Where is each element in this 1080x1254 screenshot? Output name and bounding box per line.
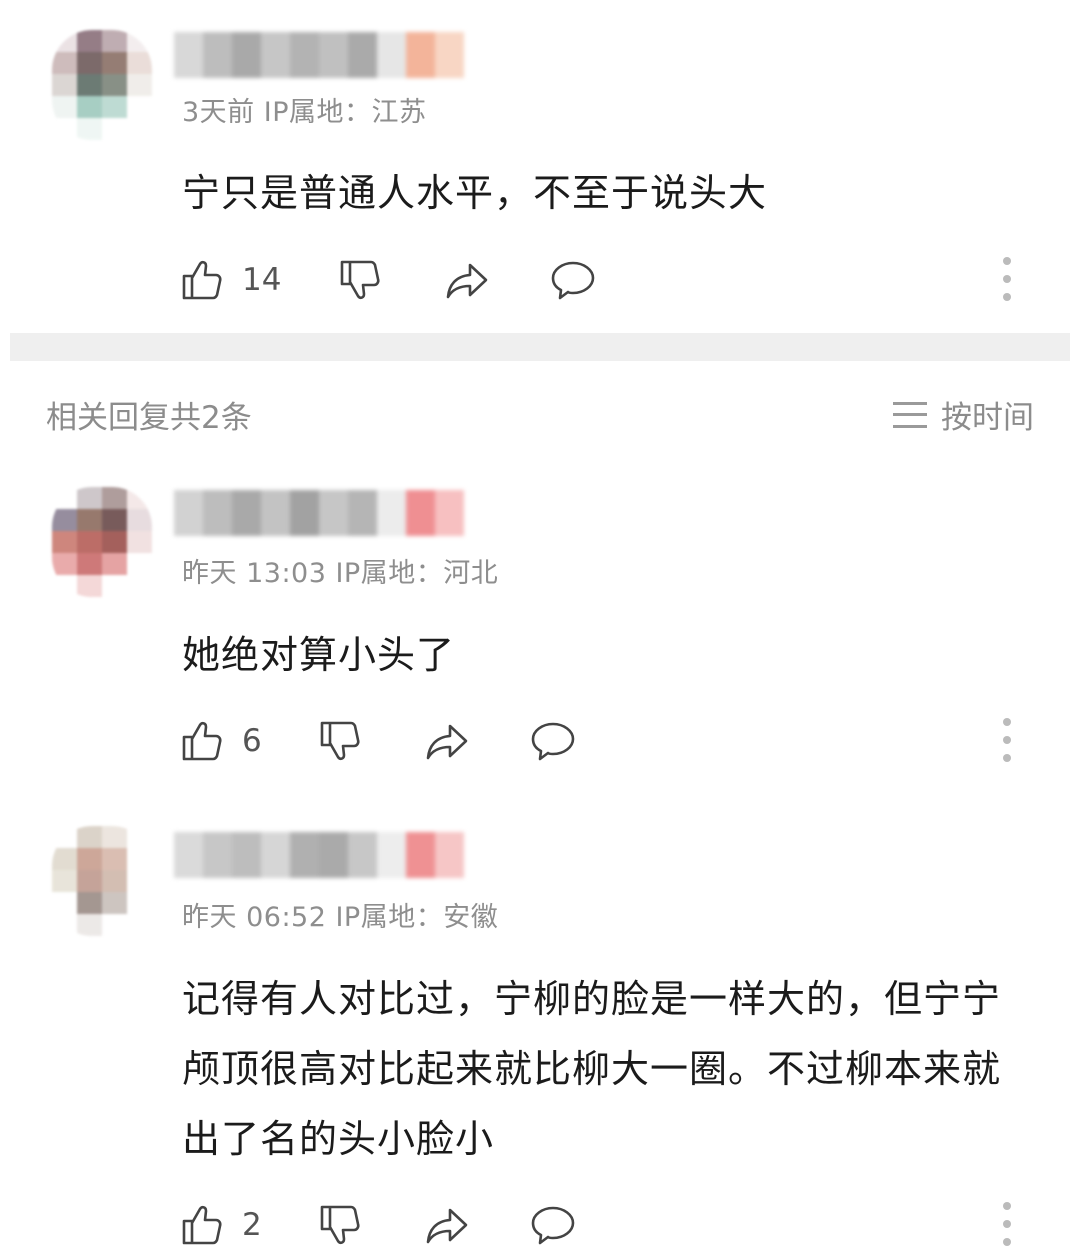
like-button[interactable]: 6	[180, 716, 262, 766]
comment-text: 记得有人对比过，宁柳的脸是一样大的，但宁宁颅顶很高对比起来就比柳大一圈。不过柳本…	[182, 977, 1002, 1161]
like-count: 6	[242, 723, 262, 759]
sort-button[interactable]: 按时间	[893, 392, 1034, 437]
reply-icon	[531, 722, 575, 761]
more-icon[interactable]	[1002, 718, 1012, 762]
comment-meta: 3天前 IP属地：江苏	[182, 97, 427, 128]
reply-button[interactable]	[530, 1200, 576, 1250]
like-count: 2	[242, 1207, 262, 1243]
comment-text: 她绝对算小头了	[182, 633, 456, 677]
comment-meta: 昨天 06:52 IP属地：安徽	[182, 902, 499, 933]
dislike-icon	[320, 721, 360, 761]
share-icon	[426, 724, 468, 760]
like-button[interactable]: 2	[180, 1200, 262, 1250]
username-blurred[interactable]	[174, 32, 464, 78]
reply-button[interactable]	[550, 255, 596, 305]
dislike-icon	[340, 260, 380, 300]
share-button[interactable]	[424, 1200, 470, 1250]
avatar[interactable]	[52, 487, 152, 597]
username-blurred[interactable]	[174, 832, 464, 878]
comment-meta: 昨天 13:03 IP属地：河北	[182, 558, 499, 589]
dislike-icon	[320, 1205, 360, 1245]
dislike-button[interactable]	[338, 255, 384, 305]
like-button[interactable]: 14	[180, 255, 281, 305]
dislike-button[interactable]	[318, 716, 364, 766]
more-icon[interactable]	[1002, 257, 1012, 301]
like-icon	[182, 721, 222, 761]
like-icon	[182, 1205, 222, 1245]
share-button[interactable]	[444, 255, 490, 305]
share-icon	[426, 1208, 468, 1244]
comment-actions: 2	[180, 1200, 1050, 1250]
reply-button[interactable]	[530, 716, 576, 766]
share-button[interactable]	[424, 716, 470, 766]
username-blurred[interactable]	[174, 490, 464, 536]
comment-text: 宁只是普通人水平，不至于说头大	[182, 171, 768, 215]
reply-icon	[551, 261, 595, 300]
dislike-button[interactable]	[318, 1200, 364, 1250]
share-icon	[446, 263, 488, 299]
comment-actions: 6	[180, 716, 1050, 766]
avatar[interactable]	[52, 30, 152, 140]
comment-actions: 14	[180, 255, 1050, 305]
sort-label: 按时间	[941, 400, 1034, 436]
replies-header-title: 相关回复共2条	[46, 400, 252, 436]
sort-icon	[893, 401, 927, 428]
reply-icon	[531, 1206, 575, 1245]
section-divider	[10, 333, 1070, 361]
avatar[interactable]	[52, 826, 152, 936]
like-icon	[182, 260, 222, 300]
like-count: 14	[242, 262, 282, 298]
more-icon[interactable]	[1002, 1202, 1012, 1246]
